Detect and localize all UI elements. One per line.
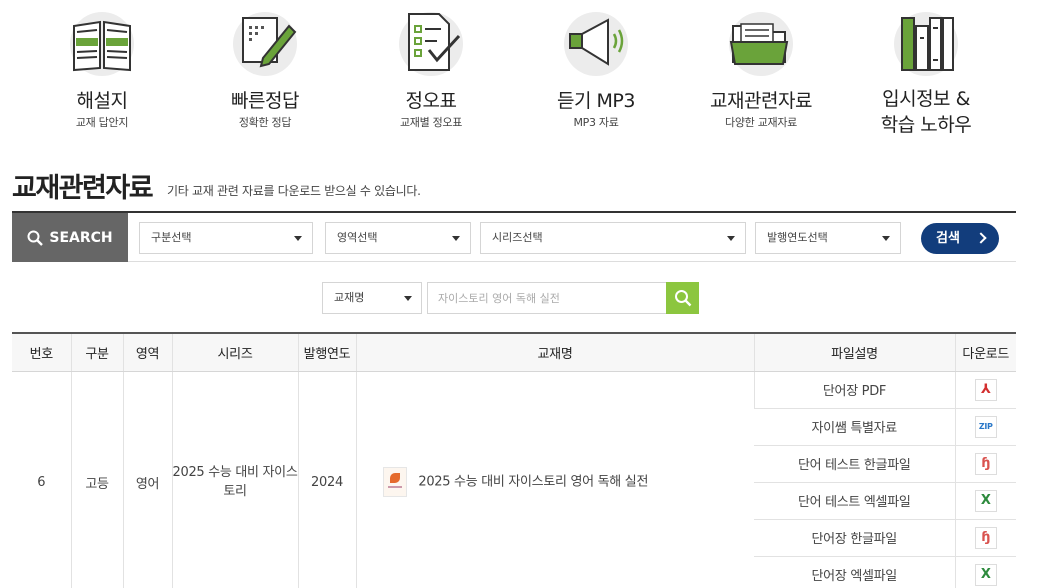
nav-title: 해설지 — [76, 90, 128, 112]
nav-title: 듣기 MP3 — [557, 90, 635, 112]
cell-area: 영어 — [122, 371, 172, 588]
cell-download: ɧ — [954, 519, 1016, 557]
cell-year: 2024 — [297, 371, 356, 588]
column-header: 구분 — [70, 332, 123, 372]
cell-book-title[interactable]: 2025 수능 대비 자이스토리 영어 독해 실전 — [355, 371, 754, 588]
search-button[interactable]: 검색 — [921, 223, 999, 254]
chevron-down-icon — [294, 236, 302, 241]
file-description: 단어장 PDF — [753, 371, 955, 409]
pencil-paper-icon — [242, 17, 297, 68]
page-title: 교재관련자료 — [12, 173, 154, 204]
cell-download: ⅄ — [954, 371, 1016, 409]
keyword-search-button[interactable] — [666, 282, 699, 314]
filter-bar: SEARCH 구분선택 영역선택 시리즈선택 발행연도선택 검색 — [12, 211, 1016, 262]
column-header: 다운로드 — [954, 332, 1016, 372]
excel-download-icon[interactable]: X — [974, 489, 997, 512]
nav-title: 입시정보 & 학습 노하우 — [841, 86, 1011, 138]
cell-series: 2025 수능 대비 자이스토리 — [171, 371, 298, 588]
search-label-text: SEARCH — [49, 229, 113, 246]
search-label: SEARCH — [12, 213, 128, 262]
area-select[interactable]: 영역선택 — [325, 222, 471, 254]
resource-category-nav: 해설지 교재 답안지 빠른정답 정확한 정답 정오표 교재별 정오표 듣기 MP… — [0, 0, 1042, 150]
excel-download-icon[interactable]: X — [974, 563, 997, 586]
materials-table: 번호 구분 영역 시리즈 발행연도 교재명 파일설명 다운로드 6 고등 영어 … — [12, 332, 1016, 588]
file-description: 단어장 엑셀파일 — [754, 556, 955, 588]
folder-icon — [729, 23, 789, 65]
nav-subtitle: MP3 자료 — [573, 116, 619, 129]
cell-download: X — [954, 556, 1016, 588]
keyword-input[interactable] — [427, 282, 667, 314]
column-header: 발행연도 — [297, 332, 356, 372]
hwp-download-icon[interactable]: ɧ — [974, 526, 997, 549]
file-description: 단어 테스트 한글파일 — [754, 445, 955, 483]
nav-title-line1: 입시정보 & — [882, 88, 970, 110]
hwp-download-icon[interactable]: ɧ — [974, 452, 997, 475]
cell-download: ɧ — [954, 445, 1016, 483]
chevron-down-icon — [727, 236, 735, 241]
search-icon — [27, 230, 44, 246]
nav-title: 빠른정답 — [231, 90, 299, 112]
column-header: 교재명 — [355, 332, 754, 372]
table-row: 6 고등 영어 2025 수능 대비 자이스토리 2024 2025 수능 대비… — [12, 371, 1016, 588]
page-description: 기타 교재 관련 자료를 다운로드 받으실 수 있습니다. — [167, 184, 421, 198]
open-book-icon — [73, 20, 131, 72]
keyword-type-value: 교재명 — [334, 291, 365, 304]
nav-subtitle: 정확한 정답 — [238, 116, 292, 129]
book-title-text: 2025 수능 대비 자이스토리 영어 독해 실전 — [418, 474, 649, 490]
book-cover-thumbnail — [382, 467, 407, 497]
speaker-icon — [569, 18, 624, 66]
file-description: 단어 테스트 엑셀파일 — [754, 482, 955, 520]
nav-title: 정오표 — [405, 90, 457, 112]
file-description: 단어장 한글파일 — [754, 519, 955, 557]
checklist-icon — [408, 13, 461, 71]
nav-title-line2: 학습 노하우 — [880, 114, 972, 136]
column-header: 영역 — [122, 332, 172, 372]
chevron-right-icon — [975, 232, 987, 244]
cell-number: 6 — [12, 371, 71, 588]
category-select-value: 구분선택 — [151, 231, 192, 244]
year-select[interactable]: 발행연도선택 — [755, 222, 901, 254]
series-select-value: 시리즈선택 — [492, 231, 543, 244]
chevron-down-icon — [404, 296, 412, 301]
nav-subtitle: 교재 답안지 — [75, 116, 129, 129]
pdf-download-icon[interactable]: ⅄ — [974, 378, 997, 401]
column-header: 파일설명 — [753, 332, 955, 372]
search-icon — [675, 290, 692, 307]
area-select-value: 영역선택 — [337, 231, 378, 244]
nav-title: 교재관련자료 — [710, 90, 812, 112]
cell-category: 고등 — [70, 371, 123, 588]
cell-download: X — [954, 482, 1016, 520]
series-select[interactable]: 시리즈선택 — [480, 222, 746, 254]
file-description: 자이쌤 특별자료 — [754, 408, 955, 446]
chevron-down-icon — [452, 236, 460, 241]
nav-subtitle: 교재별 정오표 — [399, 116, 463, 129]
column-header: 시리즈 — [171, 332, 298, 372]
table-header-row: 번호 구분 영역 시리즈 발행연도 교재명 파일설명 다운로드 — [12, 332, 1016, 372]
nav-subtitle: 다양한 교재자료 — [725, 116, 797, 129]
search-button-label: 검색 — [936, 231, 960, 246]
chevron-down-icon — [882, 236, 890, 241]
zip-download-icon[interactable]: ZIP — [974, 415, 997, 438]
keyword-type-select[interactable]: 교재명 — [322, 282, 422, 314]
category-select[interactable]: 구분선택 — [139, 222, 313, 254]
bookshelf-icon — [901, 17, 954, 71]
year-select-value: 발행연도선택 — [767, 231, 828, 244]
column-header: 번호 — [12, 332, 71, 372]
cell-download: ZIP — [954, 408, 1016, 446]
